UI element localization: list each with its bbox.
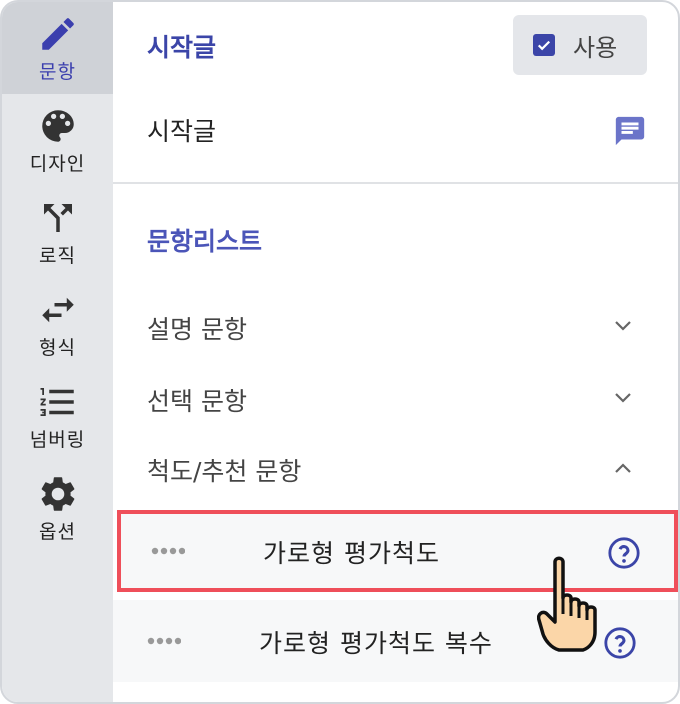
app-frame: 문항 디자인 로직 형식 넘버링 옵션 시작글 사용 시작글 문항리스트 설명 … [0, 0, 680, 704]
divider [113, 182, 678, 184]
rail-label: 형식 [39, 336, 76, 359]
category-scale-questions[interactable]: 척도/추천 문항 [113, 438, 678, 498]
left-rail: 문항 디자인 로직 형식 넘버링 옵션 [2, 2, 113, 702]
gear-icon [41, 476, 74, 511]
intro-item-label: 시작글 [147, 117, 217, 146]
chevron-down-icon[interactable] [609, 314, 637, 338]
swap-arrows-icon [41, 297, 74, 322]
use-intro-checkbox[interactable]: 사용 [513, 15, 647, 75]
question-type-label: 가로형 평가척도 복수 [259, 629, 493, 658]
rail-label: 디자인 [29, 152, 86, 175]
question-type-label: 가로형 평가척도 [263, 539, 440, 568]
rail-item-options[interactable]: 옵션 [2, 462, 113, 554]
help-circle-icon[interactable] [603, 626, 637, 660]
rail-item-logic[interactable]: 로직 [2, 186, 113, 278]
intro-section-title: 시작글 [147, 33, 217, 62]
category-choice-questions[interactable]: 선택 문항 [113, 368, 678, 428]
rail-item-design[interactable]: 디자인 [2, 94, 113, 186]
rail-label: 로직 [39, 244, 76, 267]
use-label: 사용 [573, 33, 618, 62]
rail-label: 넘버링 [29, 428, 86, 451]
horizontal-dots-icon [147, 637, 181, 645]
help-circle-icon[interactable] [607, 536, 641, 570]
chevron-down-icon[interactable] [609, 386, 637, 410]
chat-bubble-icon[interactable] [613, 114, 647, 148]
category-label: 선택 문항 [147, 387, 247, 416]
rail-item-format[interactable]: 형식 [2, 278, 113, 370]
rail-item-numbering[interactable]: 넘버링 [2, 370, 113, 462]
question-list-title: 문항리스트 [147, 227, 263, 256]
chevron-up-icon[interactable] [609, 456, 637, 480]
intro-item[interactable]: 시작글 [113, 94, 678, 164]
category-description-questions[interactable]: 설명 문항 [113, 296, 678, 356]
rail-label: 옵션 [39, 520, 76, 543]
palette-icon [41, 109, 74, 142]
checkbox-checked[interactable] [533, 34, 555, 56]
question-panel: 시작글 사용 시작글 문항리스트 설명 문항 선택 문항 척도/추천 문항 가로… [113, 2, 678, 702]
pencil-icon [41, 17, 74, 50]
numbered-list-icon [40, 387, 74, 416]
category-label: 척도/추천 문항 [147, 457, 302, 486]
check-icon [537, 40, 551, 51]
pointing-hand-cursor-icon [537, 556, 597, 652]
rail-item-questions[interactable]: 문항 [2, 2, 113, 94]
category-label: 설명 문항 [147, 315, 247, 344]
horizontal-dots-icon [151, 547, 185, 555]
fork-arrow-icon [43, 203, 72, 232]
rail-label: 문항 [39, 60, 76, 83]
